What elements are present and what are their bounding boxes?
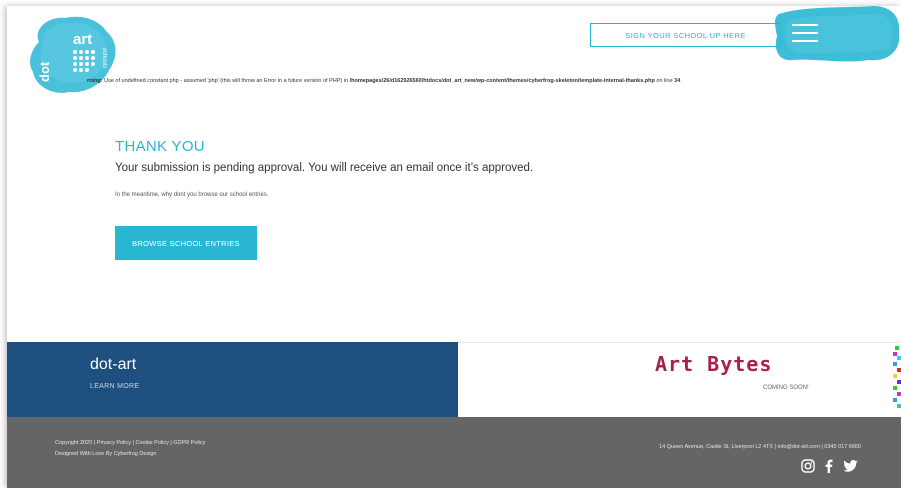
pixel-art-decoration	[893, 346, 901, 408]
copyright-links[interactable]: Copyright 2020 | Privacy Policy | Cookie…	[55, 440, 205, 446]
designed-by-credit[interactable]: Designed With Love By Cyberfrog Design	[55, 451, 157, 457]
hamburger-line	[792, 40, 818, 42]
dot-art-title: dot-art	[90, 356, 137, 373]
page-frame: art dot schools rning: Use of undefined …	[7, 6, 901, 488]
hamburger-line	[792, 24, 818, 26]
dot-art-schools-logo[interactable]: art dot schools	[25, 12, 121, 98]
warning-path: /homepages/26/d162926560/htdocs/dot_art_…	[349, 78, 655, 84]
sign-school-up-button[interactable]: SIGN YOUR SCHOOL UP HERE	[590, 23, 781, 47]
logo-dot-text: dot	[37, 61, 52, 82]
php-warning: rning: Use of undefined constant php - a…	[87, 78, 680, 84]
warning-label: rning:	[87, 78, 103, 84]
coming-soon-text: COMING SOON!	[763, 385, 809, 391]
logo-art-text: art	[73, 31, 92, 48]
meantime-text: In the meantime, why dont you browse our…	[115, 192, 269, 198]
twitter-icon[interactable]	[843, 460, 858, 472]
logo-schools-text: schools	[101, 48, 107, 68]
dot-art-promo-band	[7, 342, 458, 417]
learn-more-link[interactable]: LEARN MORE	[90, 383, 139, 390]
instagram-icon[interactable]	[801, 459, 815, 473]
contact-address: 14 Queen Avenue, Castle St, Liverpool L2…	[659, 444, 861, 450]
hamburger-line	[792, 32, 818, 34]
browse-school-entries-button[interactable]: BROWSE SCHOOL ENTRIES	[115, 226, 257, 260]
warning-text: Use of undefined constant php - assumed …	[102, 78, 350, 84]
social-links	[801, 459, 858, 473]
page-title: THANK YOU	[115, 138, 205, 155]
warning-line-text: on line	[654, 78, 675, 84]
warning-line-number: 34	[674, 78, 681, 84]
facebook-icon[interactable]	[825, 459, 833, 473]
hamburger-menu-icon[interactable]	[792, 24, 818, 42]
pending-message: Your submission is pending approval. You…	[115, 162, 534, 174]
art-bytes-title: Art Bytes	[655, 352, 773, 376]
